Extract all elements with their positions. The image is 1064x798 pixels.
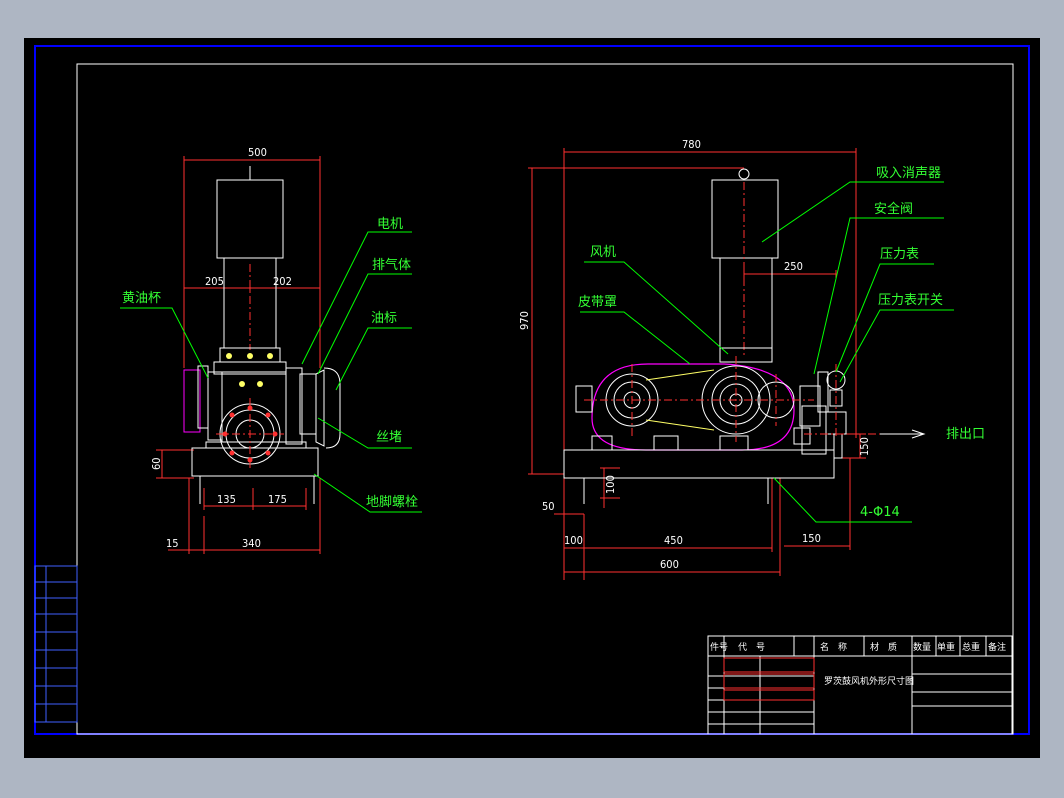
dim-50: 50: [542, 500, 555, 513]
dim-100: 100: [564, 534, 583, 547]
label-anchor-holes: 4-Φ14: [860, 505, 900, 520]
drawing-viewport[interactable]: 500 205 202 60 135 175 15 340 黄油杯 电机 排气体…: [24, 38, 1040, 758]
label-safety-valve: 安全阀: [874, 201, 913, 217]
header-material: 材 质: [870, 641, 897, 653]
end-view: 500 205 202 60 135 175 15 340 黄油杯 电机 排气体…: [120, 146, 422, 554]
dim-500: 500: [248, 146, 267, 159]
dim-450: 450: [664, 534, 683, 547]
label-gauge-switch: 压力表开关: [878, 293, 943, 308]
label-anchor-bolt: 地脚螺栓: [366, 494, 418, 510]
header-remarks: 备注: [988, 641, 1006, 653]
revision-strip: [34, 565, 78, 723]
side-view: 780 250 970 100 150 50 100 450 150 600 排…: [518, 138, 985, 580]
label-pressure-gauge: 压力表: [880, 247, 919, 262]
label-belt-guard: 皮带罩: [578, 295, 617, 310]
dim-600: 600: [660, 558, 679, 571]
dim-15: 15: [166, 537, 179, 550]
dim-60: 60: [150, 457, 163, 470]
label-plug: 丝堵: [376, 430, 402, 445]
dim-175: 175: [268, 493, 287, 506]
header-total-weight: 总重: [962, 641, 980, 653]
dim-250: 250: [784, 260, 803, 273]
header-name: 名 称: [820, 641, 847, 653]
dim-970: 970: [518, 311, 531, 330]
label-outlet: 排出口: [946, 427, 985, 442]
label-oil-gauge: 油标: [371, 311, 397, 326]
label-exhaust-body: 排气体: [372, 257, 411, 273]
sheet-inner-border: [76, 63, 1014, 735]
label-blower: 风机: [590, 245, 616, 260]
label-motor: 电机: [377, 217, 403, 232]
header-part-no: 件号: [710, 641, 728, 653]
drawing-title: 罗茨鼓风机外形尺寸图: [824, 675, 914, 687]
label-grease-cup: 黄油杯: [122, 291, 161, 306]
outlet-arrow: [880, 429, 926, 439]
dim-150-vertical: 150: [858, 437, 871, 456]
dim-340: 340: [242, 537, 261, 550]
dim-780: 780: [682, 138, 701, 151]
header-code: 代 号: [738, 642, 765, 653]
dim-135: 135: [217, 493, 236, 506]
dim-205: 205: [205, 275, 224, 288]
header-quantity: 数量: [913, 641, 931, 653]
header-unit-weight: 单重: [937, 641, 955, 653]
label-inlet-silencer: 吸入消声器: [876, 166, 941, 181]
dim-150: 150: [802, 532, 821, 545]
title-block: 件号 代 号 名 称 材 质 数量 单重 总重 备注 罗茨鼓风机外形尺寸图: [707, 635, 1013, 735]
cad-drawing: 500 205 202 60 135 175 15 340 黄油杯 电机 排气体…: [34, 45, 1030, 735]
